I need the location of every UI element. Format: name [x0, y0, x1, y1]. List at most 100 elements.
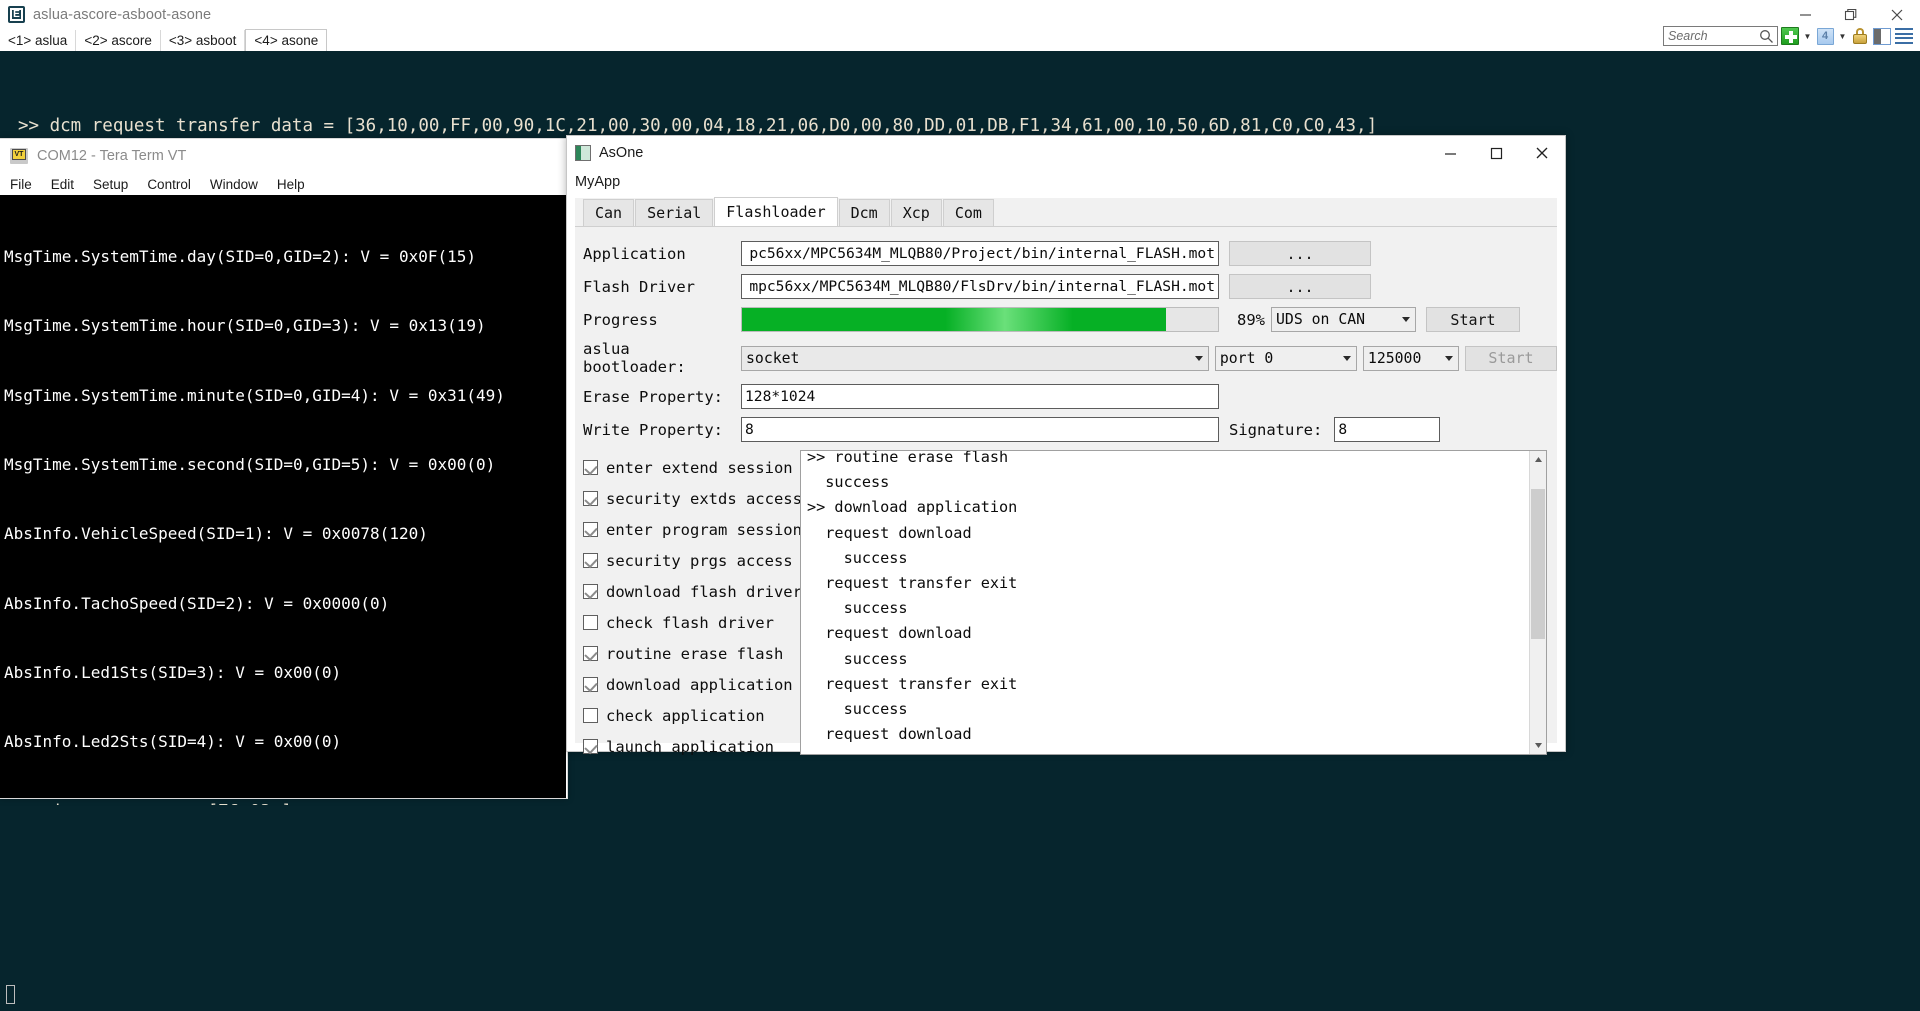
checkbox-enter-extend-session[interactable] [583, 460, 598, 475]
checkbox-row[interactable]: security prgs access [583, 545, 798, 576]
checkbox-row[interactable]: download flash driver [583, 576, 802, 607]
asone-window-controls [1427, 136, 1565, 170]
panel-button[interactable] [1872, 26, 1892, 46]
tab-can[interactable]: Can [583, 199, 635, 226]
tab-serial[interactable]: Serial [635, 199, 714, 226]
ide-tab-label: <3> asboot [168, 32, 237, 48]
chevron-down-icon [1194, 355, 1203, 361]
menu-button[interactable] [1894, 26, 1914, 46]
close-icon[interactable] [1519, 136, 1565, 170]
checkbox-check-application[interactable] [583, 708, 598, 723]
checkbox-security-extds-access[interactable] [583, 491, 598, 506]
asone-window[interactable]: AsOne MyApp Can Serial Flashloader Dcm X… [566, 135, 1566, 756]
tab-label: Serial [647, 204, 702, 222]
search-input[interactable]: Search [1663, 26, 1778, 46]
bootloader-select[interactable]: socket [741, 345, 1209, 371]
add-icon [1781, 27, 1799, 45]
checkbox-label: security prgs access [606, 551, 793, 570]
checkbox-row[interactable]: security extds access [583, 483, 802, 514]
add-dropdown-caret[interactable]: ▼ [1802, 26, 1813, 46]
teraterm-menubar: File Edit Setup Control Window Help [0, 173, 567, 195]
ide-tab-asone[interactable]: <4> asone [245, 29, 328, 51]
application-input[interactable]: pc56xx/MPC5634M_MLQB80/Project/bin/inter… [741, 241, 1219, 266]
flashdriver-row: Flash Driver mpc56xx/MPC5634M_MLQB80/Fls… [583, 274, 1557, 299]
application-browse-button[interactable]: ... [1229, 241, 1371, 266]
ide-tab-aslua[interactable]: <1> aslua [0, 30, 77, 51]
erase-property-input[interactable]: 128*1024 [741, 384, 1219, 409]
ide-tab-asboot[interactable]: <3> asboot [160, 30, 246, 51]
signature-label: Signature: [1229, 420, 1323, 439]
search-icon [1759, 29, 1774, 47]
tab-dcm[interactable]: Dcm [838, 199, 890, 226]
flash-log-output[interactable]: >> routine erase flash success >> downlo… [800, 450, 1547, 755]
teraterm-terminal-output[interactable]: MsgTime.SystemTime.day(SID=0,GID=2): V =… [0, 195, 566, 798]
lock-icon [1853, 28, 1867, 44]
count-button[interactable]: 4 [1815, 26, 1835, 46]
menu-item-myapp[interactable]: MyApp [575, 174, 620, 190]
checkbox-row[interactable]: download application [583, 669, 798, 700]
lock-button[interactable] [1850, 26, 1870, 46]
chevron-down-icon [1402, 317, 1410, 322]
start-button-secondary[interactable]: Start [1465, 345, 1557, 371]
scrollbar-thumb[interactable] [1531, 489, 1545, 639]
menu-item-edit[interactable]: Edit [51, 177, 74, 192]
checkbox-check-flash-driver[interactable] [583, 615, 598, 630]
chevron-down-icon [1445, 355, 1453, 361]
menu-item-control[interactable]: Control [147, 177, 191, 192]
progress-percent: 89% [1237, 310, 1265, 329]
terminal-line: AbsInfo.Led1Sts(SID=3): V = 0x00(0) [4, 662, 342, 682]
tab-flashloader[interactable]: Flashloader [714, 197, 838, 226]
count-dropdown-caret[interactable]: ▼ [1837, 26, 1848, 46]
checkbox-row[interactable]: routine erase flash [583, 638, 798, 669]
ide-tab-ascore[interactable]: <2> ascore [76, 30, 161, 51]
console-caret [6, 985, 15, 1004]
scroll-down-icon[interactable] [1530, 737, 1546, 754]
checkbox-security-prgs-access[interactable] [583, 553, 598, 568]
checkbox-row[interactable]: enter extend session [583, 452, 798, 483]
checkbox-routine-erase-flash[interactable] [583, 646, 598, 661]
teraterm-window[interactable]: VT COM12 - Tera Term VT File Edit Setup … [0, 138, 568, 799]
checkbox-row[interactable]: check flash driver [583, 607, 798, 638]
start-button[interactable]: Start [1426, 307, 1520, 332]
checkbox-row[interactable]: enter program session [583, 514, 802, 545]
write-property-row: Write Property: 8 Signature: 8 [583, 417, 1557, 442]
minimize-icon[interactable] [1427, 136, 1473, 170]
checkbox-label: download application [606, 675, 793, 694]
checkbox-download-flash-driver[interactable] [583, 584, 598, 599]
asone-menubar[interactable]: MyApp [567, 170, 1565, 194]
menu-item-file[interactable]: File [10, 177, 32, 192]
scroll-up-icon[interactable] [1530, 451, 1546, 468]
ide-tab-label: <4> asone [254, 32, 319, 48]
log-scrollbar[interactable] [1529, 451, 1546, 754]
asone-tab-bar: Can Serial Flashloader Dcm Xcp Com [575, 197, 1557, 227]
protocol-select[interactable]: UDS on CAN [1271, 307, 1416, 332]
port-select[interactable]: port 0 [1214, 345, 1357, 371]
port-value: port 0 [1219, 349, 1274, 367]
menu-item-setup[interactable]: Setup [93, 177, 128, 192]
checkbox-download-application[interactable] [583, 677, 598, 692]
signature-input[interactable]: 8 [1334, 417, 1441, 442]
checkbox-label: security extds access [606, 489, 802, 508]
flashloader-lower: enter extend session security extds acce… [583, 450, 1557, 762]
menu-item-window[interactable]: Window [210, 177, 258, 192]
checkbox-enter-program-session[interactable] [583, 522, 598, 537]
maximize-icon[interactable] [1473, 136, 1519, 170]
checkbox-row[interactable]: launch application [583, 731, 798, 762]
bootloader-label: aslua bootloader: [583, 340, 686, 376]
baud-select[interactable]: 125000 [1362, 345, 1459, 371]
flashdriver-input[interactable]: mpc56xx/MPC5634M_MLQB80/FlsDrv/bin/inter… [741, 274, 1219, 299]
checkbox-row[interactable]: check application [583, 700, 798, 731]
flashdriver-browse-button[interactable]: ... [1229, 274, 1371, 299]
add-button[interactable] [1780, 26, 1800, 46]
write-property-input[interactable]: 8 [741, 417, 1219, 442]
bootloader-row: aslua bootloader: socket port 0 125000 S… [583, 340, 1557, 376]
application-row: Application pc56xx/MPC5634M_MLQB80/Proje… [583, 241, 1557, 266]
application-value: pc56xx/MPC5634M_MLQB80/Project/bin/inter… [749, 245, 1215, 262]
protocol-value: UDS on CAN [1276, 311, 1366, 328]
menu-item-help[interactable]: Help [277, 177, 305, 192]
tab-com[interactable]: Com [942, 199, 994, 226]
write-property-value: 8 [745, 421, 754, 438]
checkbox-launch-application[interactable] [583, 739, 598, 754]
asone-title: AsOne [599, 145, 644, 161]
tab-xcp[interactable]: Xcp [890, 199, 942, 226]
